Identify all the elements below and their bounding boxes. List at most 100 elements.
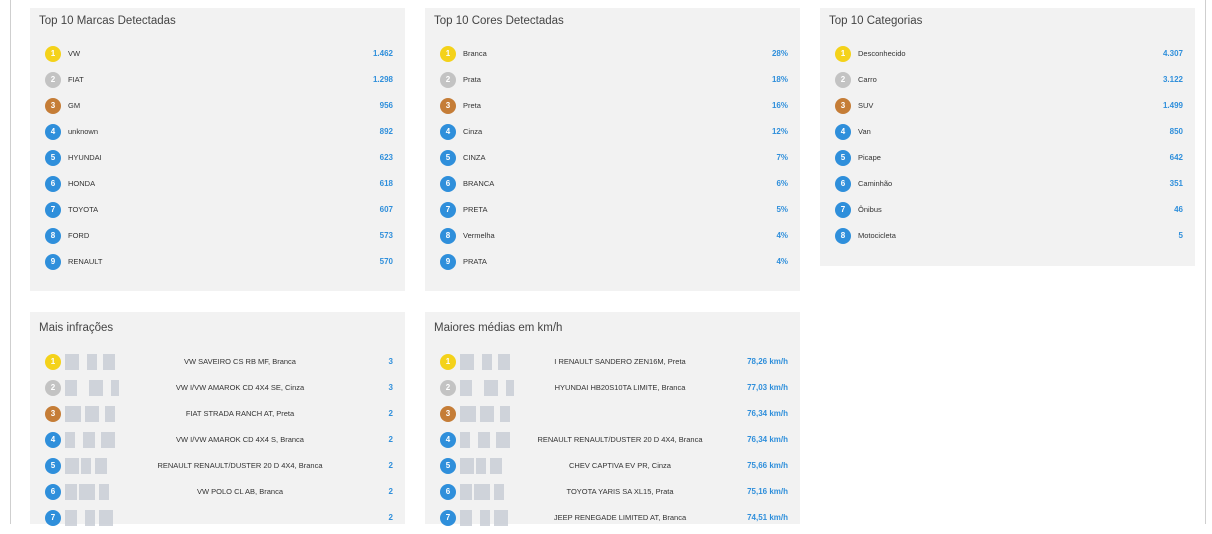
- vehicle-description: VW SAVEIRO CS RB MF, Branca: [184, 357, 296, 366]
- rank-badge: 2: [45, 380, 61, 396]
- item-label: SUV: [858, 101, 874, 110]
- rank-badge: 7: [45, 202, 61, 218]
- rank-badge: 3: [835, 98, 851, 114]
- item-value: 4%: [776, 231, 788, 240]
- vehicle-description: VW I/VW AMAROK CD 4X4 S, Branca: [176, 435, 304, 444]
- item-value: 3: [388, 357, 393, 366]
- vehicle-thumbnail: [452, 458, 524, 474]
- item-label: Ônibus: [858, 205, 882, 214]
- vehicle-description: CHEV CAPTIVA EV PR, Cinza: [569, 461, 671, 470]
- list-item: 3 Preta 16%: [425, 96, 800, 122]
- list-item: 2 VW I/VW AMAROK CD 4X4 SE, Cinza 3: [30, 378, 405, 404]
- list-item: 8 Motocicleta 5: [820, 226, 1195, 252]
- rank-badge: 9: [45, 254, 61, 270]
- vehicle-thumbnail: [57, 406, 129, 422]
- rank-badge: 1: [45, 46, 61, 62]
- list-item: 6 VW POLO CL AB, Branca 2: [30, 482, 405, 508]
- item-label: VW: [68, 49, 81, 58]
- vehicle-thumbnail: [452, 380, 524, 396]
- list-item: 6 HONDA 618: [30, 174, 405, 200]
- rank-badge: 5: [440, 458, 456, 474]
- vehicle-thumbnail: [57, 432, 129, 448]
- item-value: 3.122: [1162, 75, 1183, 84]
- page-border-right: [1205, 0, 1206, 524]
- list-item: 3 GM 956: [30, 96, 405, 122]
- item-label: FIAT: [68, 75, 84, 84]
- panel-top-cores: Top 10 Cores Detectadas 1 Branca 28% 2 Prata…: [425, 8, 800, 291]
- rank-badge: 8: [835, 228, 851, 244]
- item-value: 956: [379, 101, 393, 110]
- vehicle-description: RENAULT RENAULT/DUSTER 20 D 4X4, Branca: [537, 435, 703, 444]
- list-item: 2 Prata 18%: [425, 70, 800, 96]
- list-item: 6 Caminhão 351: [820, 174, 1195, 200]
- rank-badge: 4: [440, 432, 456, 448]
- list-item: 4 RENAULT RENAULT/DUSTER 20 D 4X4, Branca…: [425, 430, 800, 456]
- rank-badge: 8: [45, 228, 61, 244]
- panel-title: Top 10 Marcas Detectadas: [39, 15, 176, 27]
- item-value: 850: [1169, 127, 1183, 136]
- item-value: 74,51 km/h: [747, 513, 788, 522]
- item-value: 5%: [776, 205, 788, 214]
- item-value: 5: [1178, 231, 1183, 240]
- rank-list: 1 I RENAULT SANDERO ZEN16M, Preta 78,26 km…: [425, 352, 800, 534]
- list-item: 2 FIAT 1.298: [30, 70, 405, 96]
- list-item: 7 Ônibus 46: [820, 200, 1195, 226]
- item-label: Desconhecido: [858, 49, 906, 58]
- item-value: 7%: [776, 153, 788, 162]
- list-item: 5 CINZA 7%: [425, 148, 800, 174]
- vehicle-thumbnail: [57, 484, 129, 500]
- list-item: 3 76,34 km/h: [425, 404, 800, 430]
- list-item: 3 FIAT STRADA RANCH AT, Preta 2: [30, 404, 405, 430]
- item-value: 75,16 km/h: [747, 487, 788, 496]
- rank-badge: 2: [440, 380, 456, 396]
- item-label: FORD: [68, 231, 90, 240]
- item-value: 2: [388, 409, 393, 418]
- list-item: 8 Vermelha 4%: [425, 226, 800, 252]
- list-item: 7 JEEP RENEGADE LIMITED AT, Branca 74,51 k…: [425, 508, 800, 534]
- rank-badge: 4: [835, 124, 851, 140]
- list-item: 6 BRANCA 6%: [425, 174, 800, 200]
- list-item: 5 RENAULT RENAULT/DUSTER 20 D 4X4, Branca…: [30, 456, 405, 482]
- rank-badge: 5: [45, 458, 61, 474]
- vehicle-description: VW I/VW AMAROK CD 4X4 SE, Cinza: [175, 383, 305, 392]
- item-value: 607: [379, 205, 393, 214]
- list-item: 7 TOYOTA 607: [30, 200, 405, 226]
- item-value: 78,26 km/h: [747, 357, 788, 366]
- item-value: 2: [388, 487, 393, 496]
- item-label: BRANCA: [463, 179, 495, 188]
- list-item: 2 Carro 3.122: [820, 70, 1195, 96]
- item-label: TOYOTA: [68, 205, 99, 214]
- rank-badge: 2: [45, 72, 61, 88]
- vehicle-description: TOYOTA YARIS SA XL15, Prata: [566, 487, 674, 496]
- rank-list: 1 VW 1.462 2 FIAT 1.298 3 GM 956 4 unknown 892 5 HYUN…: [30, 44, 405, 278]
- vehicle-thumbnail: [452, 484, 524, 500]
- item-label: Prata: [463, 75, 481, 84]
- item-label: Vermelha: [463, 231, 495, 240]
- panel-top-categorias: Top 10 Categorias 1 Desconhecido 4.307 2 Car…: [820, 8, 1195, 266]
- item-value: 3: [388, 383, 393, 392]
- list-item: 5 CHEV CAPTIVA EV PR, Cinza 75,66 km/h: [425, 456, 800, 482]
- list-item: 8 FORD 573: [30, 226, 405, 252]
- item-value: 28%: [771, 49, 788, 58]
- item-label: unknown: [68, 127, 99, 136]
- rank-list: 1 Desconhecido 4.307 2 Carro 3.122 3 SUV 1.499 4 V…: [820, 44, 1195, 252]
- vehicle-description: I RENAULT SANDERO ZEN16M, Preta: [554, 357, 686, 366]
- list-item: 9 PRATA 4%: [425, 252, 800, 278]
- item-value: 46: [1174, 205, 1183, 214]
- rank-badge: 6: [835, 176, 851, 192]
- rank-badge: 3: [440, 98, 456, 114]
- list-item: 5 HYUNDAI 623: [30, 148, 405, 174]
- rank-badge: 2: [835, 72, 851, 88]
- list-item: 6 TOYOTA YARIS SA XL15, Prata 75,16 km/h: [425, 482, 800, 508]
- item-label: GM: [68, 101, 81, 110]
- rank-badge: 8: [440, 228, 456, 244]
- panel-maiores-medias: Maiores médias em km/h 1 I RENAULT SANDER…: [425, 312, 800, 526]
- vehicle-thumbnail: [452, 354, 524, 370]
- item-label: HYUNDAI: [68, 153, 102, 162]
- rank-badge: 3: [45, 98, 61, 114]
- rank-badge: 6: [440, 484, 456, 500]
- item-value: 623: [379, 153, 393, 162]
- item-label: RENAULT: [68, 257, 103, 266]
- list-item: 1 I RENAULT SANDERO ZEN16M, Preta 78,26 km…: [425, 352, 800, 378]
- rank-badge: 5: [45, 150, 61, 166]
